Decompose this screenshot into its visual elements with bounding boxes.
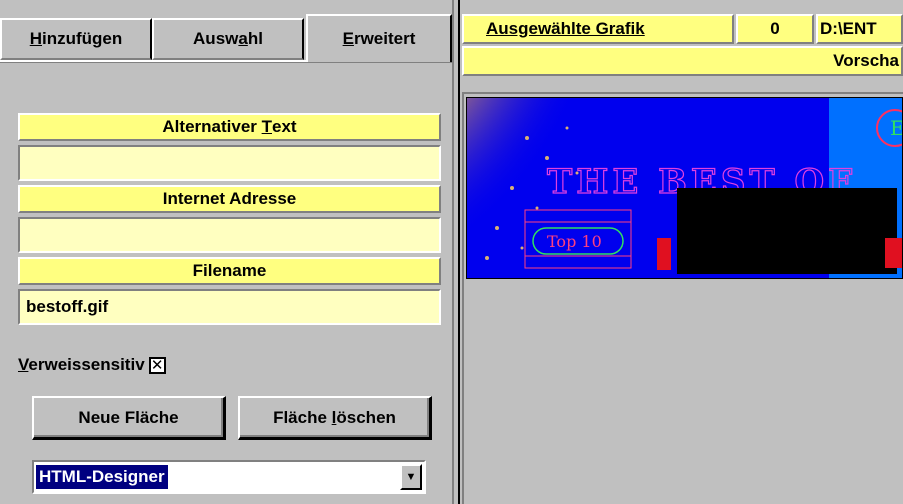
delete-area-label-post: öschen xyxy=(336,407,396,427)
tab-hinzufuegen-label: inzufügen xyxy=(42,29,123,48)
alt-text-label-post: ext xyxy=(272,117,297,136)
top-strip xyxy=(0,0,452,14)
graphic-path-value: D:\ENT xyxy=(820,19,877,38)
internet-address-header: Internet Adresse xyxy=(18,185,441,213)
preview-header: Vorscha xyxy=(462,46,903,76)
filename-value: bestoff.gif xyxy=(26,297,109,316)
panel-divider[interactable] xyxy=(452,0,460,504)
designer-select[interactable]: HTML-Designer ▼ xyxy=(32,460,426,494)
graphic-index: 0 xyxy=(736,14,814,44)
filename-label: Filename xyxy=(192,261,267,280)
hotspot-sensitive-row[interactable]: Verweissensitiv ✕ xyxy=(18,355,166,375)
hotspot-sensitive-mnemonic: V xyxy=(18,355,29,374)
designer-select-arrow[interactable]: ▼ xyxy=(400,464,422,490)
alt-text-header: Alternativer Text xyxy=(18,113,441,141)
tab-hinzufuegen-mnemonic: H xyxy=(29,29,42,48)
banner-corner-letter: E xyxy=(890,116,903,140)
selected-graphic-header: Ausgewählte Grafik xyxy=(462,14,734,44)
tab-baseline-shadow xyxy=(0,62,452,63)
alt-text-label-mnemonic: T xyxy=(261,117,272,136)
tab-erweitert-label: rweitert xyxy=(353,29,416,48)
checkbox-checked-icon: ✕ xyxy=(150,356,164,374)
tab-hinzufuegen[interactable]: Hinzufügen xyxy=(0,18,152,60)
preview-label: Vorscha xyxy=(833,51,899,70)
selected-graphic-label: Ausgewählte Grafik xyxy=(486,19,645,38)
hotspot-sensitive-checkbox[interactable]: ✕ xyxy=(148,356,166,374)
graphic-index-value: 0 xyxy=(770,19,780,38)
tab-auswahl[interactable]: Ausw a hl xyxy=(152,18,304,60)
new-area-button-label: Neue Fläche xyxy=(78,407,179,427)
delete-area-button[interactable]: Fläche l öschen xyxy=(238,396,432,440)
delete-area-label-pre: Fläche xyxy=(273,407,332,427)
filename-header: Filename xyxy=(18,257,441,285)
chevron-down-icon: ▼ xyxy=(405,471,417,483)
tab-auswahl-rest: hl xyxy=(247,29,263,48)
banner-button-text: Top 10 xyxy=(547,232,602,251)
banner-image[interactable]: E THE BEST OF Top 10 xyxy=(466,97,903,279)
tab-auswahl-mnemonic: a xyxy=(238,29,248,48)
internet-address-label: Internet Adresse xyxy=(162,189,297,208)
banner-graphic: E THE BEST OF Top 10 xyxy=(467,98,903,278)
designer-select-value: HTML-Designer xyxy=(36,465,168,489)
tab-auswahl-pre: Ausw xyxy=(193,29,239,48)
alt-text-label-pre: Alternativer xyxy=(162,117,262,136)
filename-input[interactable]: bestoff.gif xyxy=(18,289,441,325)
new-area-button[interactable]: Neue Fläche xyxy=(32,396,226,440)
hotspot-sensitive-label: Verweissensitiv xyxy=(18,355,145,375)
tab-erweitert-mnemonic: E xyxy=(342,29,354,48)
hotspot-sensitive-text: erweissensitiv xyxy=(28,355,145,374)
tab-erweitert[interactable]: Erweitert xyxy=(306,14,452,62)
graphic-path: D:\ENT xyxy=(816,14,903,44)
alt-text-input[interactable] xyxy=(18,145,441,181)
internet-address-input[interactable] xyxy=(18,217,441,253)
